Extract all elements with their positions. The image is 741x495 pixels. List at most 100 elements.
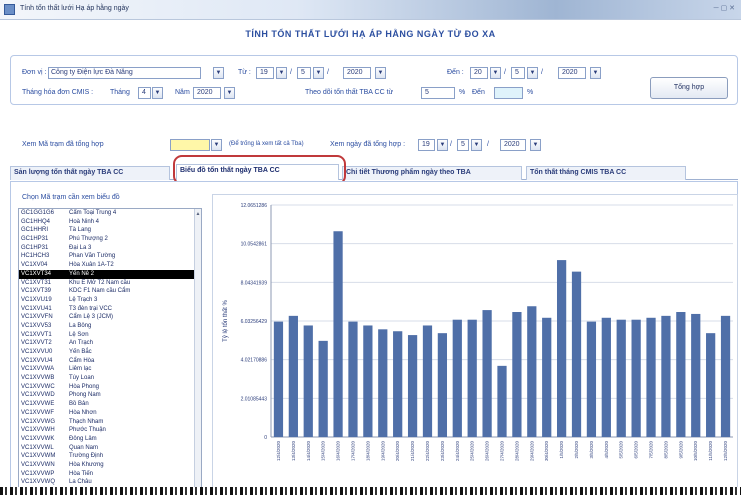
date-filter-month-dropdown[interactable]: ▼ <box>471 139 482 151</box>
to-day-field[interactable]: 20 <box>470 67 488 79</box>
list-item[interactable]: VC1XVVFN Cẩm Lệ 3 (JCM) <box>19 313 201 322</box>
list-item[interactable]: VC1XVVWB Túy Loan <box>19 374 201 383</box>
station-filter-combo[interactable] <box>170 139 210 151</box>
list-item[interactable]: VC1XVVU4 Cẩm Hòa <box>19 357 201 366</box>
list-item[interactable]: VC1XVVWM Trường Định <box>19 452 201 461</box>
list-item[interactable]: VC1XVVU0 Yến Bắc <box>19 348 201 357</box>
date-filter-day-dropdown[interactable]: ▼ <box>437 139 448 151</box>
list-scrollbar[interactable]: ▲ <box>194 209 201 494</box>
list-item[interactable]: VC1XVT34 Yến Nê 2 <box>19 269 201 279</box>
list-item[interactable]: VC1XVVWK Đông Lâm <box>19 435 201 444</box>
station-name: Túy Loan <box>69 375 95 382</box>
track-from-field[interactable]: 5 <box>421 87 455 99</box>
x-tick-label: 10/5/2020 <box>693 441 698 462</box>
from-day-dropdown[interactable]: ▼ <box>276 67 287 79</box>
station-code: VC1XVVWG <box>21 418 56 425</box>
unit-dropdown-button[interactable]: ▼ <box>213 67 224 79</box>
summary-button[interactable]: Tổng hợp <box>650 77 728 99</box>
tab-daily-commercial-detail[interactable]: Chi tiết Thương phẩm ngày theo TBA <box>342 166 522 180</box>
tab-daily-loss-output[interactable]: Sản lượng tổn thất ngày TBA CC <box>10 166 170 180</box>
track-label: Theo dõi tổn thất TBA CC từ <box>305 89 394 96</box>
from-month-dropdown[interactable]: ▼ <box>313 67 324 79</box>
list-item[interactable]: HC1HCH3 Phan Văn Tường <box>19 252 201 261</box>
list-caption: Chọn Mã trạm cần xem biểu đồ <box>22 194 120 201</box>
percent-label-2: % <box>527 89 534 96</box>
station-list[interactable]: GC1GG1G6 Cẩm Toại Trung 4 GC1HHQ4 Hoà Ninh … <box>18 208 202 495</box>
station-code: VC1XVT31 <box>21 279 52 286</box>
x-tick-label: 30/4/2020 <box>544 441 549 462</box>
scroll-up-icon[interactable]: ▲ <box>195 210 201 218</box>
list-item[interactable]: VC1XVVT2 An Trạch <box>19 339 201 348</box>
to-month-dropdown[interactable]: ▼ <box>527 67 538 79</box>
list-item[interactable]: GC1GG1G6 Cẩm Toại Trung 4 <box>19 209 201 218</box>
list-item[interactable]: VC1XVT39 KDC F1 Nam cầu Cẩm <box>19 287 201 296</box>
from-month-field[interactable]: 5 <box>297 67 311 79</box>
station-code: VC1XVVWF <box>21 409 55 416</box>
list-item[interactable]: VC1XVVWC Hòa Phong <box>19 383 201 392</box>
date-filter-year-dropdown[interactable]: ▼ <box>530 139 541 151</box>
list-item[interactable]: VC1XVV53 La Bông <box>19 322 201 331</box>
track-to-field[interactable] <box>494 87 523 99</box>
list-item[interactable]: VC1XVVWL Quan Nam <box>19 444 201 453</box>
list-item[interactable]: VC1XVVT1 Lệ Sơn <box>19 331 201 340</box>
date-filter-year[interactable]: 2020 <box>500 139 526 151</box>
date-filter-day[interactable]: 19 <box>418 139 435 151</box>
month-dropdown[interactable]: ▼ <box>152 87 163 99</box>
x-tick-label: 3/5/2020 <box>589 441 594 459</box>
to-year-field[interactable]: 2020 <box>558 67 586 79</box>
station-code: VC1XVU19 <box>21 296 52 303</box>
list-item[interactable]: VC1XVU19 Lệ Trạch 3 <box>19 296 201 305</box>
list-item[interactable]: VC1XVVWE Bồ Bản <box>19 400 201 409</box>
station-name: Lệ Trạch 3 <box>69 296 98 303</box>
list-item[interactable]: VC1XVVWA Liêm lạc <box>19 365 201 374</box>
from-year-field[interactable]: 2020 <box>343 67 371 79</box>
station-code: VC1XV04 <box>21 262 48 269</box>
station-code: VC1XVT34 <box>21 270 52 277</box>
from-day-field[interactable]: 19 <box>256 67 274 79</box>
chart-bar <box>393 331 403 437</box>
chart-bar <box>527 306 537 437</box>
chart-bar <box>586 321 597 437</box>
station-filter-dropdown[interactable]: ▼ <box>211 139 222 151</box>
list-item[interactable]: GC1HP31 Đại La 3 <box>19 244 201 253</box>
list-item[interactable]: VC1XVVWF Hòa Nhơn <box>19 409 201 418</box>
list-item[interactable]: GC1HHQ4 Hoà Ninh 4 <box>19 218 201 227</box>
list-item[interactable]: VC1XVVWD Phong Nam <box>19 391 201 400</box>
tab-monthly-cmis-loss[interactable]: Tổn thất tháng CMIS TBA CC <box>526 166 686 180</box>
date-filter-month[interactable]: 5 <box>457 139 469 151</box>
list-item[interactable]: VC1XVVWH Phước Thuận <box>19 426 201 435</box>
to-month-field[interactable]: 5 <box>511 67 525 79</box>
x-tick-label: 6/5/2020 <box>634 441 639 459</box>
list-item[interactable]: VC1XVVWQ La Châu <box>19 478 201 487</box>
tab-strip: Sản lượng tổn thất ngày TBA CC Biểu đồ t… <box>10 164 738 180</box>
list-item[interactable]: VC1XVT31 Khu E Mở T2 Nam cầu <box>19 279 201 288</box>
year-field[interactable]: 2020 <box>193 87 221 99</box>
form-heading: TÍNH TỔN THẤT LƯỚI HẠ ÁP HẰNG NGÀY TỪ ĐO… <box>245 29 496 39</box>
y-axis-label: Tỷ lệ tổn thất % <box>222 299 229 341</box>
station-code: VC1XVVWD <box>21 392 55 399</box>
chart-bar <box>482 310 492 437</box>
station-filter-label: Xem Mã trạm đã tổng hợp <box>22 141 104 148</box>
to-year-dropdown[interactable]: ▼ <box>590 67 601 79</box>
list-item[interactable]: GC1HHRI Tà Lang <box>19 226 201 235</box>
unit-combo[interactable]: Công ty Điện lực Đà Nẵng <box>48 67 201 79</box>
chart-bar <box>407 335 418 437</box>
x-tick-label: 22/4/2020 <box>425 441 430 462</box>
window-controls[interactable]: ─ ▢ ✕ <box>714 4 735 12</box>
from-year-dropdown[interactable]: ▼ <box>375 67 386 79</box>
list-item[interactable]: VC1XV04 Hòa Xuân 1A-T2 <box>19 261 201 270</box>
station-name: Hòa Khương <box>69 461 104 468</box>
x-tick-label: 16/4/2020 <box>336 441 341 462</box>
y-tick-label: 4.02170886 <box>241 358 268 364</box>
year-dropdown[interactable]: ▼ <box>224 87 235 99</box>
list-item[interactable]: GC1HP31 Phú Thượng 2 <box>19 235 201 244</box>
list-item[interactable]: VC1XVU41 T3 đèn trại VCC <box>19 305 201 314</box>
list-item[interactable]: VC1XVVWG Thạch Nham <box>19 418 201 427</box>
station-name: KDC F1 Nam cầu Cẩm <box>69 288 131 295</box>
station-rows: GC1GG1G6 Cẩm Toại Trung 4 GC1HHQ4 Hoà Ninh … <box>19 209 201 487</box>
to-day-dropdown[interactable]: ▼ <box>490 67 501 79</box>
chart-bar <box>631 319 641 437</box>
list-item[interactable]: VC1XVVWN Hòa Khương <box>19 461 201 470</box>
list-item[interactable]: VC1XVVWP Hòa Tiến <box>19 470 201 479</box>
month-field[interactable]: 4 <box>138 87 151 99</box>
